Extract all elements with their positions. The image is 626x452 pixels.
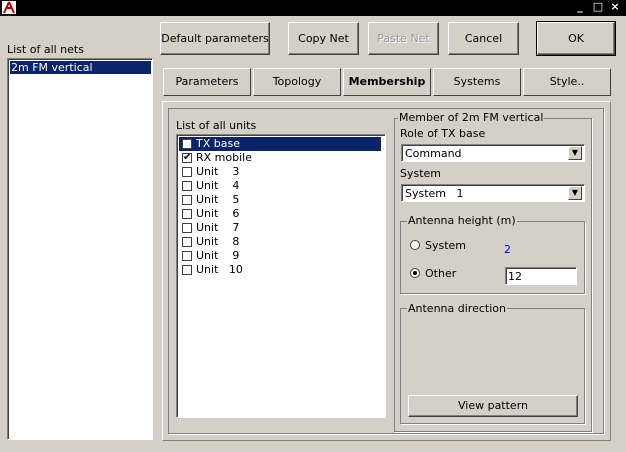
unit-label: Unit 9 bbox=[196, 249, 240, 262]
checkbox-icon[interactable] bbox=[182, 265, 192, 275]
unit-list-item[interactable]: Unit 9 bbox=[179, 249, 381, 263]
view-pattern-button[interactable]: View pattern bbox=[408, 395, 578, 417]
nets-list[interactable]: 2m FM vertical bbox=[7, 58, 153, 440]
unit-list-item[interactable]: Unit 5 bbox=[179, 193, 381, 207]
system-label: System bbox=[400, 167, 442, 180]
radio-system[interactable] bbox=[410, 240, 420, 250]
checkbox-icon[interactable] bbox=[182, 251, 192, 261]
tab-parameters[interactable]: Parameters bbox=[163, 68, 251, 96]
tab-membership[interactable]: Membership bbox=[343, 68, 431, 96]
unit-label: Unit 7 bbox=[196, 221, 240, 234]
checkbox-icon[interactable] bbox=[182, 167, 192, 177]
radio-other-label: Other bbox=[425, 267, 457, 280]
unit-list-item[interactable]: Unit 8 bbox=[179, 235, 381, 249]
tab-systems[interactable]: Systems bbox=[433, 68, 521, 96]
role-select[interactable]: Command ▼ bbox=[401, 144, 585, 162]
system-height-value: 2 bbox=[504, 243, 511, 256]
checkbox-icon[interactable] bbox=[182, 209, 192, 219]
unit-label: Unit 3 bbox=[196, 165, 240, 178]
system-select[interactable]: System 1 ▼ bbox=[401, 184, 585, 202]
chevron-down-icon[interactable]: ▼ bbox=[568, 146, 582, 160]
checkbox-icon[interactable] bbox=[182, 223, 192, 233]
other-height-input[interactable]: 12 bbox=[505, 267, 577, 285]
antenna-height-title: Antenna height (m) bbox=[407, 214, 517, 227]
unit-label: RX mobile bbox=[196, 151, 252, 164]
nets-list-label: List of all nets bbox=[7, 43, 84, 56]
unit-list-item[interactable]: Unit 3 bbox=[179, 165, 381, 179]
unit-label: Unit 8 bbox=[196, 235, 240, 248]
antenna-direction-title: Antenna direction bbox=[407, 302, 507, 315]
net-item-2m-fm-vertical[interactable]: 2m FM vertical bbox=[10, 61, 151, 74]
default-parameters-button[interactable]: Default parameters bbox=[160, 22, 270, 55]
radio-system-label: System bbox=[425, 239, 467, 252]
tab-topology[interactable]: Topology bbox=[253, 68, 341, 96]
maximize-icon[interactable]: □ bbox=[592, 0, 604, 14]
unit-list-item[interactable]: Unit 4 bbox=[179, 179, 381, 193]
member-of-title: Member of 2m FM vertical bbox=[398, 111, 545, 124]
close-icon[interactable]: × bbox=[609, 0, 621, 14]
window-title: Networks properties bbox=[237, 0, 389, 14]
paste-net-button[interactable]: Paste Net bbox=[368, 22, 439, 55]
system-select-value: System 1 bbox=[405, 187, 464, 200]
unit-list-item[interactable]: Unit 10 bbox=[179, 263, 381, 277]
unit-list-item[interactable]: ✔ TX base bbox=[179, 137, 381, 151]
radio-other[interactable] bbox=[410, 268, 420, 278]
other-height-value: 12 bbox=[508, 270, 522, 283]
unit-list-item[interactable]: Unit 7 bbox=[179, 221, 381, 235]
checkbox-icon[interactable] bbox=[182, 181, 192, 191]
ok-button[interactable]: OK bbox=[536, 21, 616, 56]
copy-net-button[interactable]: Copy Net bbox=[288, 22, 359, 55]
checkbox-icon[interactable] bbox=[182, 195, 192, 205]
units-list-label: List of all units bbox=[176, 119, 257, 132]
checked-checkbox-icon[interactable]: ✔ bbox=[182, 153, 192, 163]
tab-style[interactable]: Style.. bbox=[523, 68, 611, 96]
checked-checkbox-icon[interactable]: ✔ bbox=[182, 139, 192, 149]
unit-label: Unit 4 bbox=[196, 179, 240, 192]
units-list[interactable]: ✔ TX base ✔ RX mobile Unit 3 Unit 4 Unit 5 Unit… bbox=[176, 134, 386, 418]
role-label: Role of TX base bbox=[400, 127, 486, 140]
role-select-value: Command bbox=[405, 147, 462, 160]
unit-label: TX base bbox=[196, 137, 240, 150]
unit-label: Unit 10 bbox=[196, 263, 243, 276]
unit-label: Unit 6 bbox=[196, 207, 240, 220]
unit-label: Unit 5 bbox=[196, 193, 240, 206]
unit-list-item[interactable]: ✔ RX mobile bbox=[179, 151, 381, 165]
checkbox-icon[interactable] bbox=[182, 237, 192, 247]
cancel-button[interactable]: Cancel bbox=[448, 22, 519, 55]
minimize-icon[interactable]: _ bbox=[574, 0, 586, 14]
unit-list-item[interactable]: Unit 6 bbox=[179, 207, 381, 221]
chevron-down-icon[interactable]: ▼ bbox=[568, 186, 582, 200]
